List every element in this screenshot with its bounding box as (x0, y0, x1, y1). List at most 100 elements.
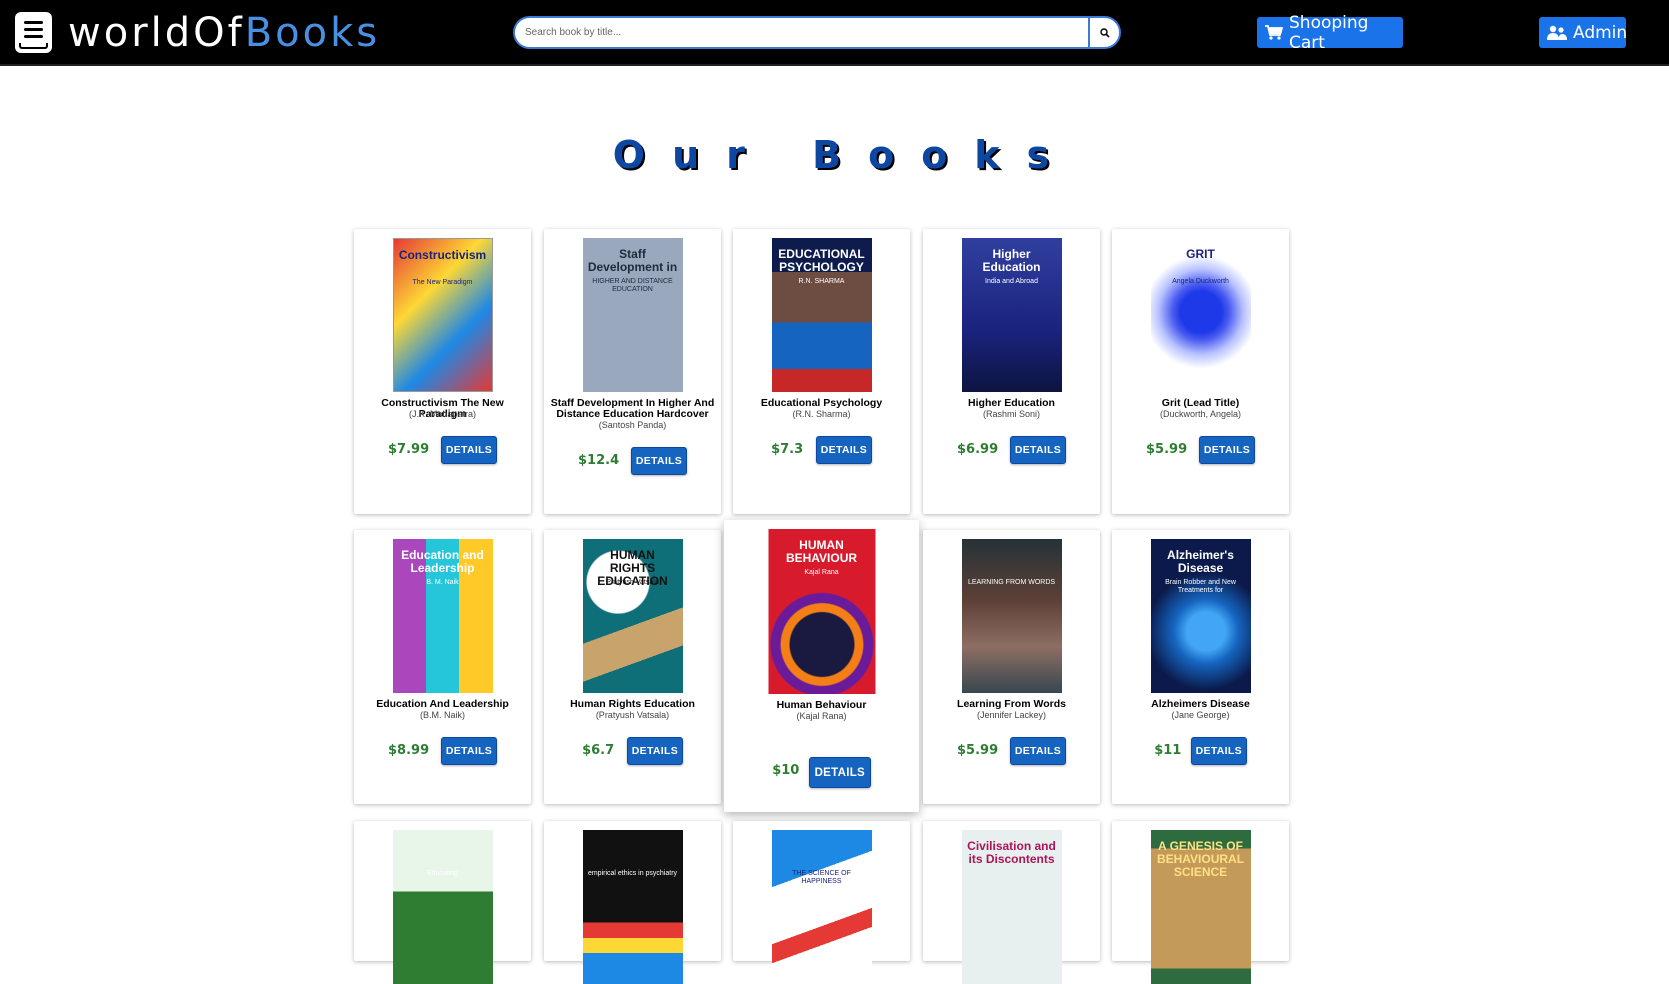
users-icon (1547, 25, 1567, 40)
book-cover-image[interactable]: Constructivism The New Paradigm (392, 238, 493, 392)
book-title: Alzheimers Disease (1151, 698, 1250, 710)
book-author: (Kajal Rana) (796, 711, 847, 721)
book-cover-image[interactable]: A GENESIS OF BEHAVIOURAL SCIENCE (1150, 830, 1251, 984)
book-card: A GENESIS OF BEHAVIOURAL SCIENCE (1112, 821, 1289, 984)
admin-label: Admin (1573, 22, 1628, 43)
search-button[interactable] (1088, 16, 1121, 49)
cover-subtitle: R.N. SHARMA (798, 278, 845, 285)
book-title: Educational Psychology (760, 397, 883, 409)
book-title: Staff Development In Higher And Distance… (550, 397, 715, 420)
book-cover-image[interactable]: empirical ethics in psychiatry (582, 830, 683, 984)
book-cover-image[interactable]: Educating (392, 830, 493, 984)
cover-subtitle: THE SCIENCE OF HAPPINESS (792, 870, 851, 885)
book-price: $8.99 (388, 743, 430, 758)
book-author: (J.K. Mohapatra) (408, 409, 477, 419)
book-cover-image[interactable]: GRIT Angela Duckworth (1150, 238, 1251, 392)
cover-title: Education and Leadership (401, 548, 484, 575)
cover-subtitle: Educating (426, 870, 459, 877)
book-cover-image[interactable]: THE SCIENCE OF HAPPINESS (771, 830, 872, 984)
book-card: Staff Development in HIGHER AND DISTANCE … (544, 229, 721, 514)
details-button[interactable]: DETAILS (1010, 737, 1066, 765)
book-cover-image[interactable]: Civilisation and its Discontents (961, 830, 1062, 984)
logo-text: worldOfBooks (68, 9, 381, 56)
details-button[interactable]: DETAILS (441, 737, 497, 765)
book-price: $11 (1154, 743, 1182, 758)
book-cover-image[interactable]: EDUCATIONAL PSYCHOLOGY R.N. SHARMA (771, 238, 872, 392)
cover-title: EDUCATIONAL PSYCHOLOGY (778, 247, 865, 274)
book-author: (Jennifer Lackey) (976, 710, 1047, 720)
book-title: Learning From Words (957, 698, 1066, 710)
cover-subtitle: empirical ethics in psychiatry (587, 870, 678, 877)
book-price: $6.7 (582, 743, 615, 758)
book-title: Human Behaviour (776, 699, 867, 711)
book-cover-image[interactable]: HUMAN RIGHTS EDUCATION Pratyush Vatsala (582, 539, 683, 693)
book-card: GRIT Angela Duckworth Grit (Lead Title) (Du… (1112, 229, 1289, 514)
cover-title: GRIT (1186, 247, 1215, 261)
book-card: HUMAN RIGHTS EDUCATION Pratyush Vatsala Hu… (544, 530, 721, 804)
book-cover-image[interactable]: LEARNING FROM WORDS (961, 539, 1062, 693)
book-price: $5.99 (957, 743, 999, 758)
book-price: $5.99 (1146, 442, 1188, 457)
details-button[interactable]: DETAILS (1190, 737, 1247, 765)
book-card: Alzheimer's Disease Brain Robber and New … (1112, 530, 1289, 804)
cover-title: HUMAN BEHAVIOUR (785, 538, 858, 565)
book-author: (B.M. Naik) (420, 710, 465, 720)
cover-title: Constructivism (398, 248, 487, 262)
book-cover-image[interactable]: Staff Development in HIGHER AND DISTANCE … (582, 238, 683, 392)
search-bar (513, 16, 1121, 49)
cover-title: Staff Development in (587, 247, 678, 274)
book-card: EDUCATIONAL PSYCHOLOGY R.N. SHARMA Educati… (733, 229, 910, 514)
cover-subtitle: India and Abroad (985, 278, 1038, 285)
book-price: $10 (772, 763, 800, 778)
details-button[interactable]: DETAILS (626, 737, 683, 765)
cover-subtitle: Angela Duckworth (1172, 278, 1229, 285)
details-button[interactable]: DETAILS (1010, 436, 1066, 464)
cart-icon (1265, 25, 1283, 40)
cover-title: Alzheimer's Disease (1167, 548, 1234, 575)
admin-button[interactable]: Admin (1539, 17, 1628, 48)
cover-subtitle: The New Paradigm (412, 279, 473, 286)
details-button[interactable]: DETAILS (631, 447, 687, 475)
book-author: (Rashmi Soni) (982, 409, 1040, 419)
cover-subtitle: Brain Robber and New Treatments for (1165, 579, 1236, 594)
cover-title: A GENESIS OF BEHAVIOURAL SCIENCE (1156, 839, 1245, 879)
cover-subtitle: Kajal Rana (804, 569, 839, 576)
book-title: Human Rights Education (570, 698, 695, 710)
book-card: Constructivism The New Paradigm Constructi… (354, 229, 531, 514)
details-button[interactable]: DETAILS (1199, 436, 1255, 464)
book-cover-image[interactable]: Education and Leadership B. M. Naik (392, 539, 493, 693)
navbar: worldOfBooks Shooping Cart (0, 0, 1669, 66)
book-icon (15, 12, 52, 53)
details-button[interactable]: DETAILS (441, 436, 497, 464)
book-card: Education and Leadership B. M. Naik Educat… (354, 530, 531, 804)
book-author: (R.N. Sharma) (792, 409, 851, 419)
shopping-cart-button[interactable]: Shooping Cart (1257, 13, 1403, 53)
details-button[interactable]: DETAILS (808, 757, 871, 788)
book-title: Higher Education (968, 397, 1055, 409)
book-card: LEARNING FROM WORDS Learning From Words (J… (923, 530, 1100, 804)
book-price: $12.4 (578, 453, 620, 468)
book-author: (Duckworth, Angela) (1159, 409, 1242, 419)
search-icon (1099, 27, 1110, 38)
book-cover-image[interactable]: Alzheimer's Disease Brain Robber and New … (1150, 539, 1251, 693)
book-author: (Pratyush Vatsala) (595, 710, 670, 720)
details-button[interactable]: DETAILS (815, 436, 872, 464)
book-card: Educating (354, 821, 531, 984)
book-title: Education And Leadership (376, 698, 509, 710)
cover-title: Civilisation and its Discontents (967, 839, 1056, 866)
search-input[interactable] (513, 16, 1088, 49)
cover-subtitle: B. M. Naik (426, 579, 459, 586)
book-price: $7.3 (771, 442, 804, 457)
shopping-cart-label: Shooping Cart (1289, 12, 1369, 53)
cover-title: Higher Education (982, 247, 1041, 274)
book-card: Higher Education India and Abroad Higher E… (923, 229, 1100, 514)
book-price: $7.99 (388, 442, 430, 457)
book-cover-image[interactable]: HUMAN BEHAVIOUR Kajal Rana (768, 529, 875, 694)
logo[interactable]: worldOfBooks (15, 12, 380, 53)
page-title: Our Books (612, 133, 1077, 177)
cover-subtitle: Pratyush Vatsala (606, 579, 659, 586)
cover-subtitle: HIGHER AND DISTANCE EDUCATION (592, 278, 673, 293)
book-card: empirical ethics in psychiatry (544, 821, 721, 984)
book-cover-image[interactable]: Higher Education India and Abroad (961, 238, 1062, 392)
book-author: (Jane George) (1171, 710, 1230, 720)
